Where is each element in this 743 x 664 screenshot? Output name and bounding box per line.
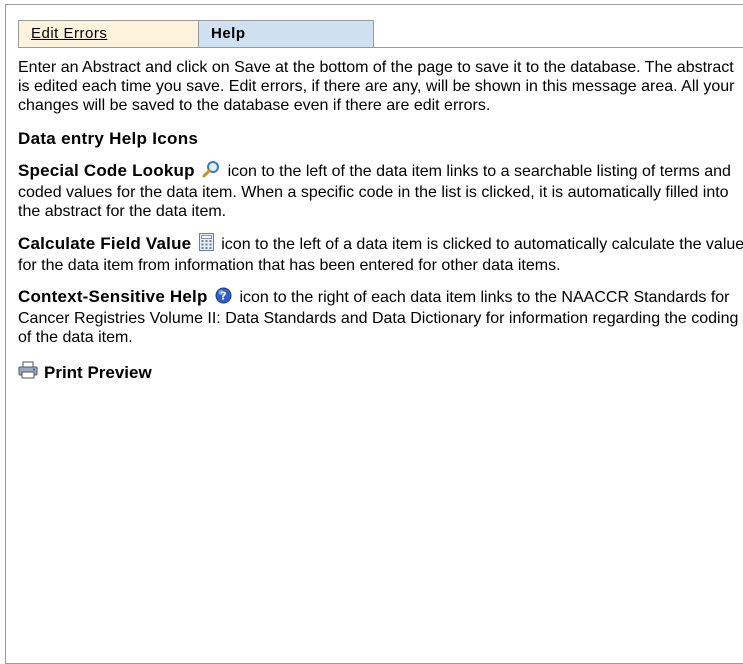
tab-divider: [374, 47, 743, 48]
help-item-calculate: Calculate Field Value icon to the left o…: [18, 233, 743, 275]
svg-text:?: ?: [220, 290, 226, 303]
help-item-context-help: Context-Sensitive Help ? icon to the rig…: [18, 287, 743, 347]
tab-edit-errors-label[interactable]: Edit Errors: [31, 25, 107, 42]
section-heading: Data entry Help Icons: [18, 129, 199, 148]
print-preview-link[interactable]: Print Preview: [18, 361, 743, 383]
print-preview-label[interactable]: Print Preview: [44, 363, 152, 382]
help-item-term: Context-Sensitive Help: [18, 287, 208, 306]
intro-text: Enter an Abstract and click on Save at t…: [18, 59, 735, 114]
help-icon: ?: [215, 287, 232, 309]
calculator-icon: [198, 233, 214, 256]
tab-help-label: Help: [211, 25, 246, 42]
tab-help[interactable]: Help: [198, 20, 374, 48]
tab-bar: Edit Errors Help: [18, 20, 374, 48]
help-item-code-lookup: Special Code Lookup icon to the left of …: [18, 160, 743, 221]
help-item-term: Calculate Field Value: [18, 234, 192, 253]
tab-edit-errors[interactable]: Edit Errors: [18, 20, 198, 48]
magnifier-icon: [202, 160, 220, 183]
help-item-term: Special Code Lookup: [18, 161, 195, 180]
help-content: Enter an Abstract and click on Save at t…: [18, 58, 743, 383]
printer-icon: [18, 361, 38, 383]
